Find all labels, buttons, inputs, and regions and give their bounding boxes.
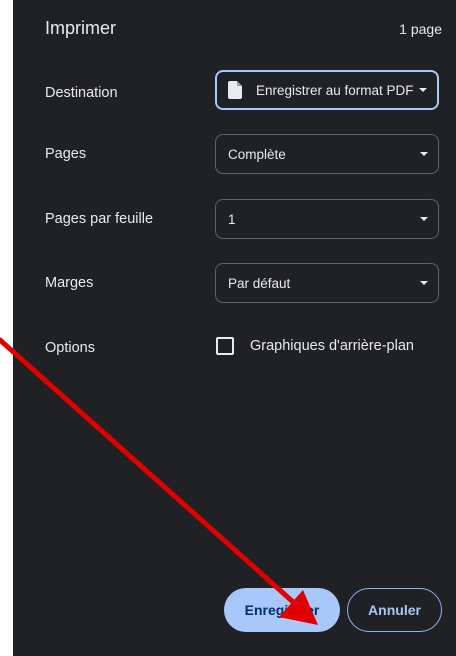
destination-select[interactable]: Enregistrer au format PDF [215, 70, 439, 110]
margins-value: Par défaut [228, 275, 291, 291]
pages-label: Pages [45, 146, 87, 162]
background-graphics-checkbox[interactable] [216, 337, 234, 355]
cancel-button[interactable]: Annuler [347, 588, 442, 632]
pages-value: Complète [228, 146, 286, 162]
pages-per-sheet-select[interactable]: 1 [215, 199, 439, 239]
chevron-down-icon [420, 281, 428, 285]
background-graphics-option[interactable]: Graphiques d'arrière-plan [216, 337, 414, 355]
pages-per-sheet-value: 1 [228, 211, 236, 227]
destination-value: Enregistrer au format PDF [256, 82, 414, 98]
document-icon [228, 81, 242, 99]
destination-label: Destination [45, 85, 118, 101]
chevron-down-icon [420, 217, 428, 221]
margins-label: Marges [45, 275, 94, 291]
pages-select[interactable]: Complète [215, 134, 439, 174]
margins-select[interactable]: Par défaut [215, 263, 439, 303]
page-count: 1 page [399, 21, 442, 37]
pages-per-sheet-label: Pages par feuille [45, 211, 154, 227]
chevron-down-icon [420, 152, 428, 156]
dialog-title: Imprimer [45, 18, 116, 38]
print-dialog: Imprimer 1 page Destination Enregistrer … [13, 0, 456, 656]
options-label: Options [45, 340, 95, 356]
background-graphics-label: Graphiques d'arrière-plan [250, 338, 414, 354]
save-button[interactable]: Enregistrer [224, 588, 340, 632]
chevron-down-icon [419, 88, 427, 92]
